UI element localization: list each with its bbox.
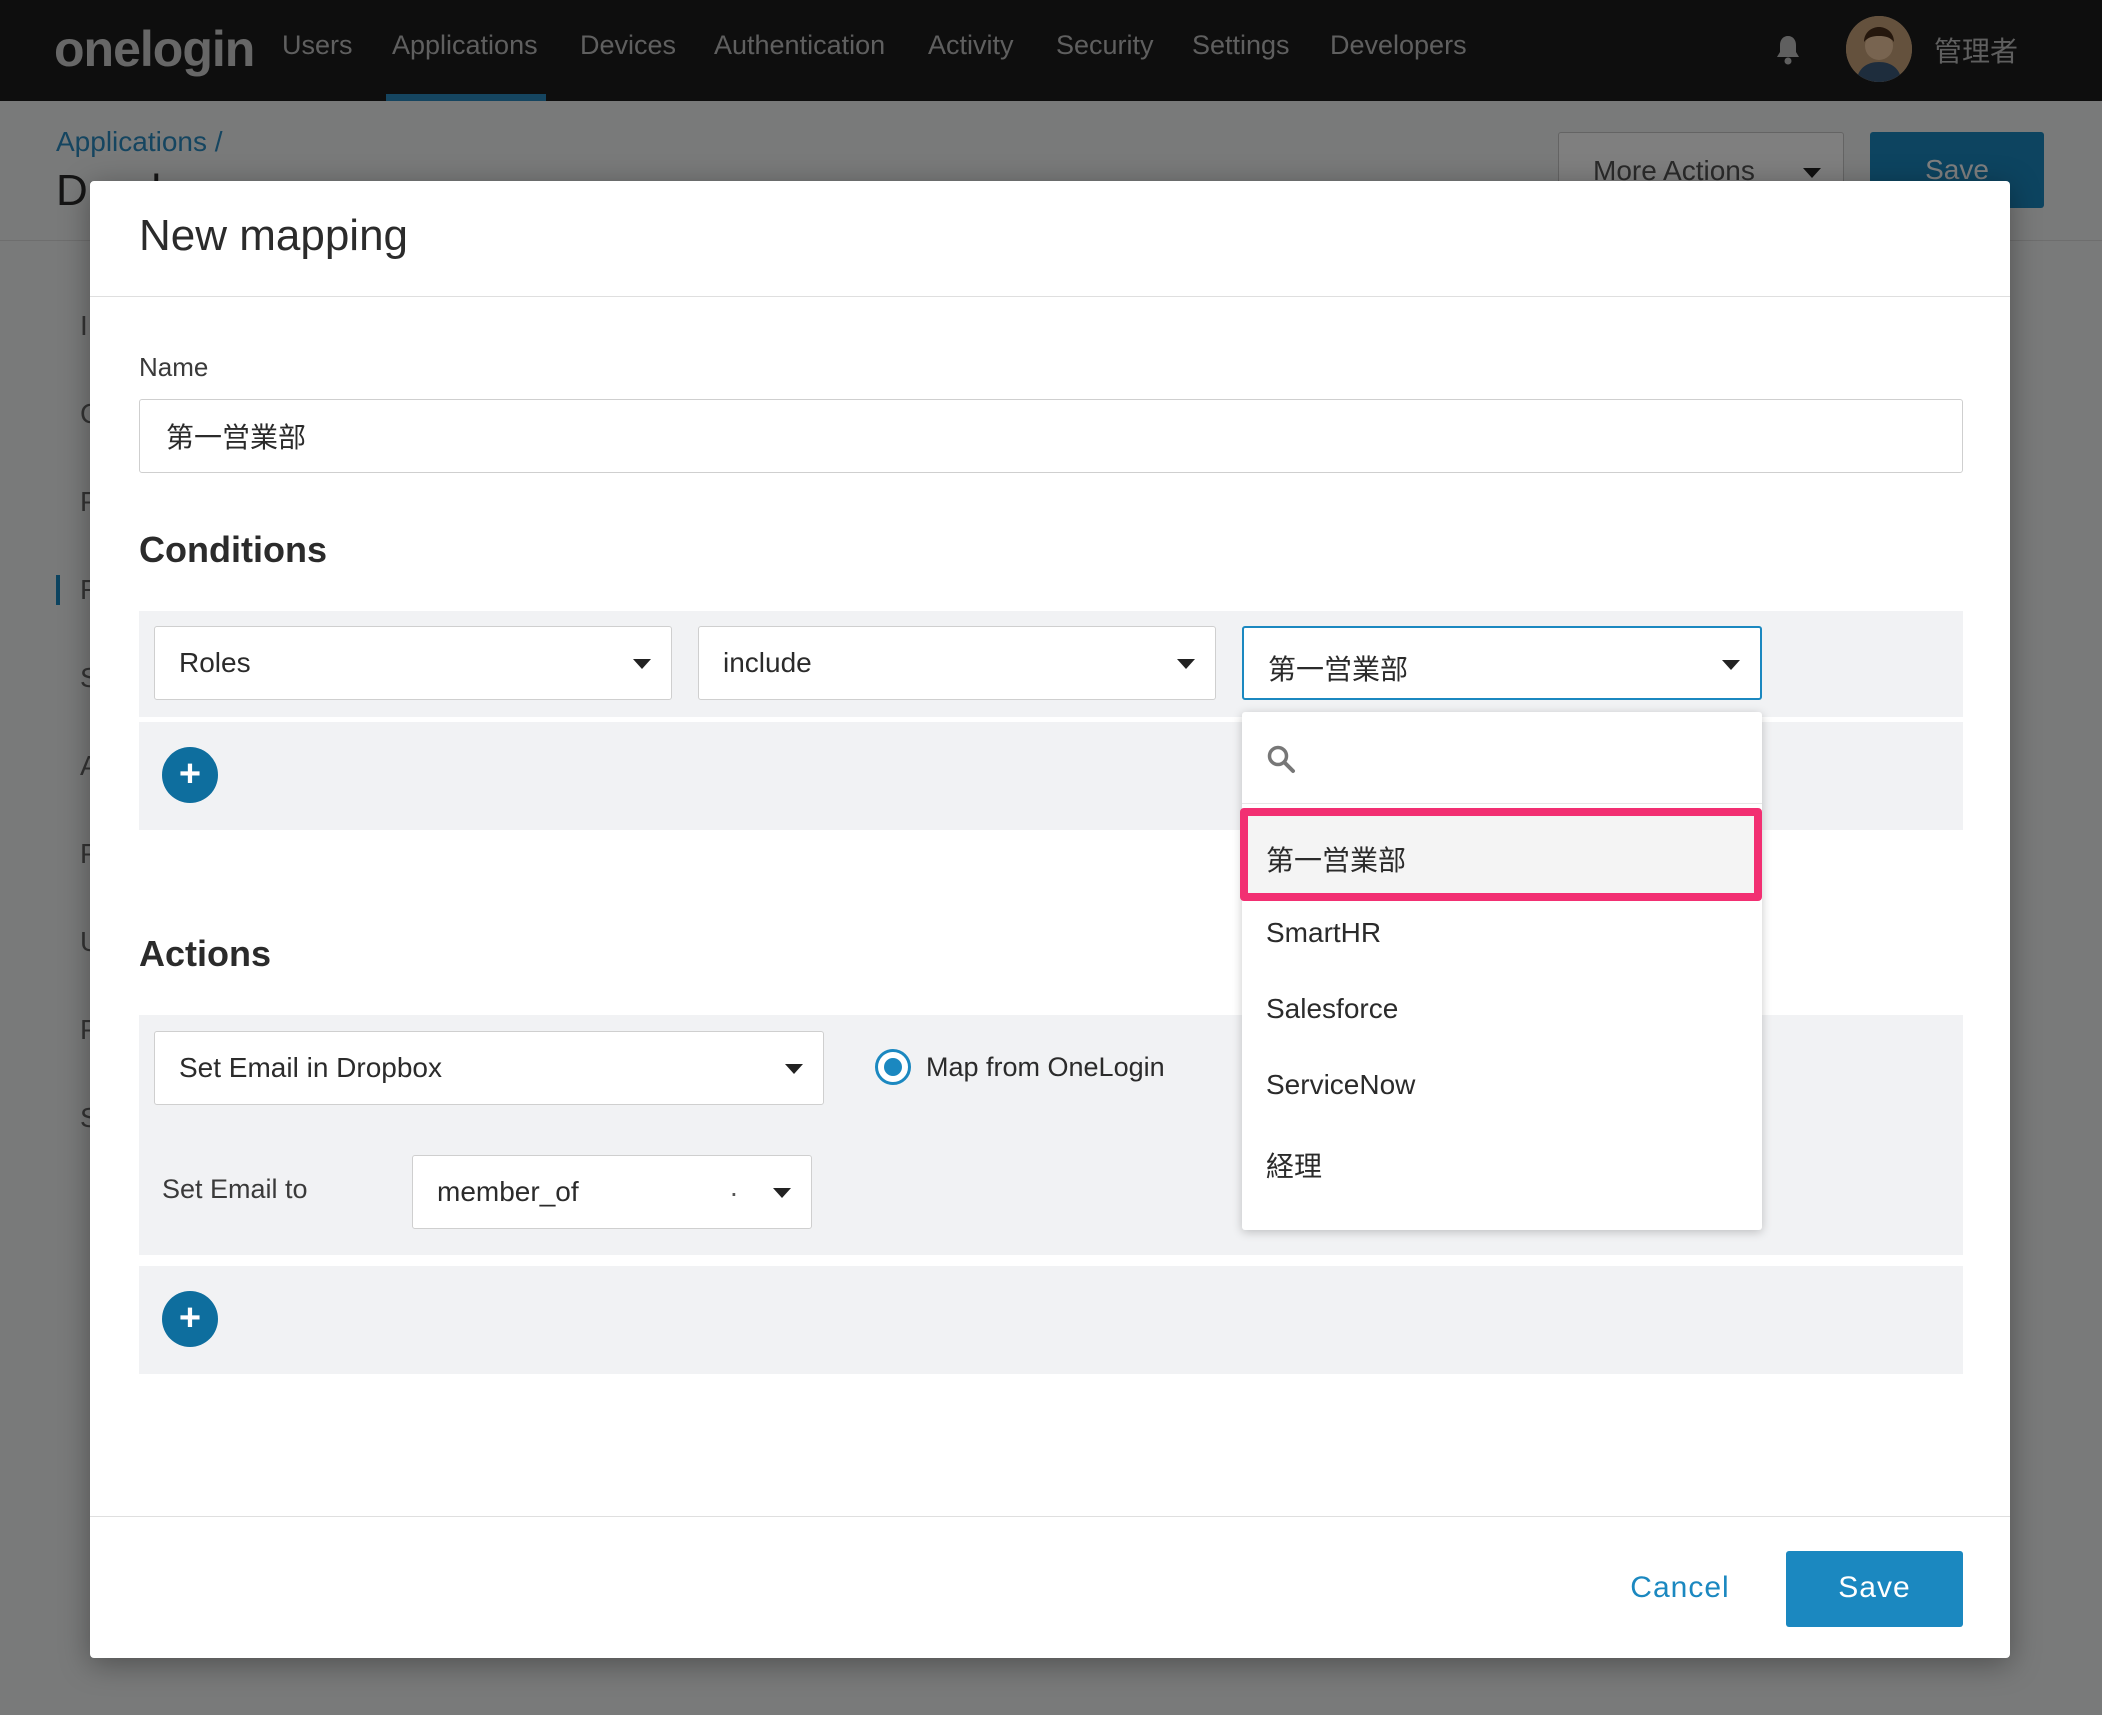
dropdown-option[interactable]: ServiceNow xyxy=(1266,1069,1415,1101)
map-from-onelogin-radio[interactable] xyxy=(875,1049,911,1085)
condition-field-select[interactable]: Roles xyxy=(154,626,672,700)
set-email-suffix: . xyxy=(730,1171,738,1202)
action-target-select[interactable]: Set Email in Dropbox xyxy=(154,1031,824,1105)
condition-field-value: Roles xyxy=(179,647,251,678)
chevron-down-icon xyxy=(785,1064,803,1074)
dropdown-option[interactable]: SmartHR xyxy=(1266,917,1381,949)
conditions-title: Conditions xyxy=(139,529,327,570)
set-email-source-value: member_of xyxy=(437,1176,579,1207)
chevron-down-icon xyxy=(633,659,651,669)
condition-value-select[interactable]: 第一営業部 xyxy=(1242,626,1762,700)
cancel-button[interactable]: Cancel xyxy=(1615,1551,1745,1627)
actions-title: Actions xyxy=(139,933,272,974)
save-button[interactable]: Save xyxy=(1786,1551,1963,1627)
add-action-button[interactable]: + xyxy=(162,1291,218,1347)
modal-title: New mapping xyxy=(139,211,409,260)
chevron-down-icon xyxy=(1722,660,1740,670)
add-action-row: + xyxy=(139,1266,1963,1374)
dropdown-option[interactable]: 経理 xyxy=(1266,1145,1322,1185)
condition-operator-value: include xyxy=(723,647,812,678)
condition-row: Roles include 第一営業部 xyxy=(139,611,1963,717)
condition-value-text: 第一営業部 xyxy=(1268,653,1409,686)
dropdown-search-input[interactable] xyxy=(1308,732,1738,784)
divider xyxy=(90,296,2010,297)
search-icon xyxy=(1267,745,1295,773)
dropdown-option[interactable]: 第一営業部 xyxy=(1266,839,1406,879)
condition-operator-select[interactable]: include xyxy=(698,626,1216,700)
add-condition-button[interactable]: + xyxy=(162,747,218,803)
chevron-down-icon xyxy=(773,1188,791,1198)
divider xyxy=(90,1516,2010,1517)
action-target-value: Set Email in Dropbox xyxy=(179,1052,443,1083)
map-from-onelogin-label[interactable]: Map from OneLogin xyxy=(926,1052,1165,1083)
dropdown-option[interactable]: Salesforce xyxy=(1266,993,1398,1025)
chevron-down-icon xyxy=(1177,659,1195,669)
dropdown-search xyxy=(1242,712,1762,804)
name-label: Name xyxy=(139,352,209,382)
set-email-source-select[interactable]: member_of xyxy=(412,1155,812,1229)
set-email-label: Set Email to xyxy=(162,1174,308,1204)
name-input[interactable] xyxy=(139,399,1963,473)
